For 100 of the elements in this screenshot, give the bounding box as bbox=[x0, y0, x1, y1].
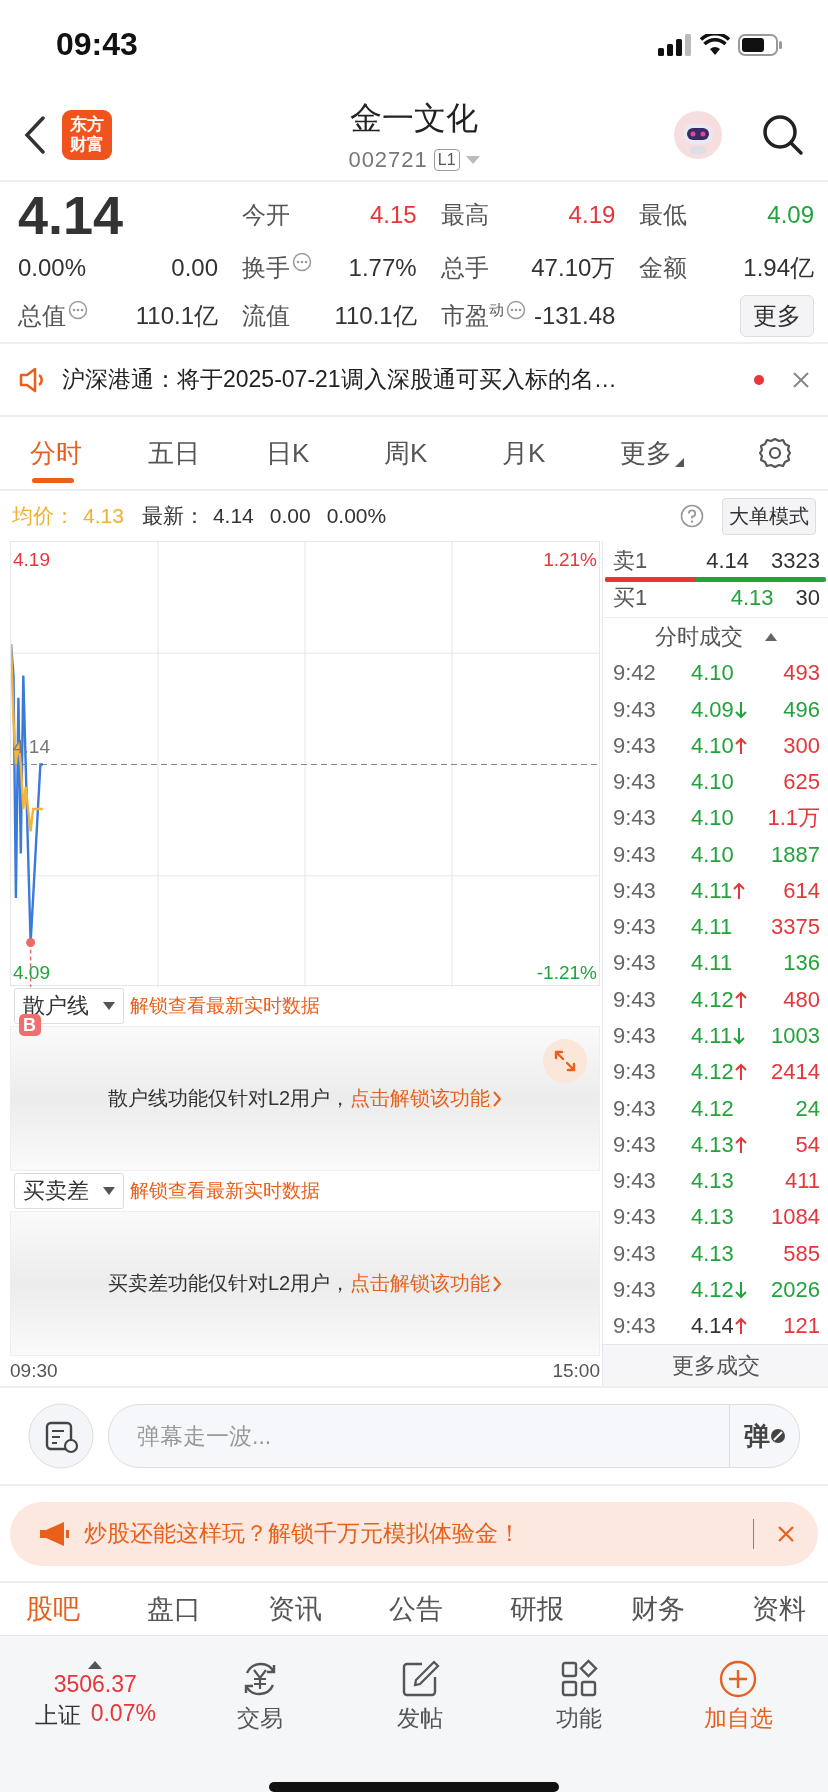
section-tab[interactable]: 公告 bbox=[389, 1591, 443, 1628]
chart-tab[interactable]: 月K bbox=[490, 425, 608, 481]
danmu-settings-icon[interactable] bbox=[28, 1403, 94, 1470]
back-icon[interactable] bbox=[24, 115, 46, 154]
sort-icon[interactable] bbox=[764, 632, 777, 641]
section-tab[interactable]: 研报 bbox=[510, 1591, 564, 1628]
trade-volume: 1.1万 bbox=[767, 804, 820, 833]
block-icon bbox=[769, 1428, 786, 1445]
trade-time: 9:43 bbox=[613, 769, 657, 796]
index-change: 0.07% bbox=[90, 1700, 156, 1728]
order-label: 卖1 bbox=[613, 546, 649, 575]
nav-button[interactable]: 发帖 bbox=[364, 1658, 475, 1734]
trade-volume: 625 bbox=[783, 769, 820, 796]
info-icon[interactable] bbox=[292, 251, 312, 272]
trade-volume: 300 bbox=[783, 732, 820, 759]
trade-volume: 1084 bbox=[771, 1204, 820, 1231]
order-price: 4.13 bbox=[729, 584, 774, 611]
chart-tab[interactable]: 周K bbox=[372, 425, 490, 481]
add-icon bbox=[718, 1658, 759, 1699]
nav-button[interactable]: 功能 bbox=[523, 1658, 634, 1734]
trade-volume: 2414 bbox=[771, 1059, 820, 1086]
time-label: 09:30 bbox=[10, 1360, 58, 1383]
stat-value: 4.09 bbox=[767, 200, 814, 229]
stat-label: 金额 bbox=[639, 252, 688, 283]
chart-tab[interactable]: 五日 bbox=[136, 425, 254, 481]
caret-icon bbox=[103, 1187, 115, 1196]
trade-volume: 496 bbox=[783, 696, 820, 723]
more-trades-button[interactable]: 更多成交 bbox=[603, 1344, 828, 1387]
trade-volume: 2026 bbox=[771, 1276, 820, 1303]
stat-value: 47.10万 bbox=[531, 252, 616, 283]
percent-label: -1.21% bbox=[536, 962, 597, 984]
trade-time: 9:43 bbox=[613, 1131, 657, 1158]
stat-label: 总手 bbox=[440, 252, 489, 283]
danmu-input[interactable]: 弹幕走一波... 弹 bbox=[108, 1404, 800, 1469]
trade-time: 9:43 bbox=[613, 1059, 657, 1086]
trade-price: 4.11 bbox=[691, 914, 733, 941]
trade-volume: 121 bbox=[783, 1313, 820, 1340]
average-price: 4.13 bbox=[83, 504, 124, 529]
expand-icon[interactable] bbox=[543, 1039, 587, 1084]
trade-volume: 614 bbox=[783, 877, 820, 904]
trade-price: 4.12 bbox=[691, 1276, 734, 1303]
chart-tab[interactable]: 更多 bbox=[608, 425, 726, 481]
level-badge: L1 bbox=[433, 148, 460, 171]
order-volume: 30 bbox=[795, 584, 820, 611]
status-time: 09:43 bbox=[56, 26, 138, 64]
nav-button[interactable]: 交易 bbox=[205, 1658, 316, 1734]
trade-price: 4.10 bbox=[691, 660, 734, 687]
trade-price: 4.12 bbox=[691, 1095, 734, 1122]
trade-time: 9:43 bbox=[613, 914, 657, 941]
caret-icon[interactable] bbox=[465, 155, 480, 164]
danmu-send-button[interactable]: 弹 bbox=[729, 1405, 799, 1468]
locked-message: 买卖差功能仅针对L2用户， bbox=[107, 1271, 351, 1297]
mode-button[interactable]: 大单模式 bbox=[722, 497, 816, 535]
close-icon[interactable] bbox=[776, 1523, 796, 1544]
trade-price: 4.12 bbox=[691, 1059, 734, 1086]
trade-time: 9:43 bbox=[613, 986, 657, 1013]
up-arrow-icon bbox=[734, 1317, 747, 1336]
info-icon[interactable] bbox=[68, 299, 88, 320]
trade-volume: 54 bbox=[795, 1131, 820, 1158]
stat-value: 4.15 bbox=[369, 200, 417, 229]
average-label: 均价： bbox=[12, 503, 75, 530]
info-icon[interactable] bbox=[505, 299, 526, 320]
trade-volume: 136 bbox=[783, 950, 820, 977]
megaphone-icon bbox=[38, 1519, 70, 1548]
settings-icon[interactable] bbox=[758, 436, 792, 471]
axis-label: 4.09 bbox=[13, 962, 50, 984]
down-arrow-icon bbox=[733, 1027, 746, 1045]
caret-icon bbox=[103, 1002, 115, 1011]
order-label: 买1 bbox=[613, 583, 649, 612]
trade-price: 4.11 bbox=[691, 877, 733, 904]
stat-label: 今开 bbox=[242, 199, 290, 230]
section-tab[interactable]: 财务 bbox=[631, 1591, 685, 1628]
app-logo: 东方 财富 bbox=[62, 109, 112, 160]
help-icon[interactable] bbox=[680, 504, 704, 529]
indicator-select[interactable]: 买卖差 bbox=[14, 1173, 124, 1210]
time-label: 15:00 bbox=[552, 1360, 600, 1383]
trade-time: 9:43 bbox=[613, 841, 657, 868]
notice-text[interactable]: 沪深港通：将于2025-07-21调入深股通可买入标的名… bbox=[62, 364, 740, 396]
trade-volume: 24 bbox=[795, 1095, 820, 1122]
section-tab[interactable]: 资料 bbox=[752, 1591, 806, 1628]
section-tab[interactable]: 资讯 bbox=[268, 1591, 322, 1628]
latest-value: 0.00% bbox=[326, 504, 387, 529]
chevron-icon bbox=[492, 1274, 503, 1293]
more-button[interactable]: 更多 bbox=[740, 294, 814, 337]
trade-time: 9:43 bbox=[613, 877, 657, 904]
expand-up-icon[interactable] bbox=[88, 1661, 103, 1669]
change-value: 0.00 bbox=[171, 253, 218, 282]
search-icon[interactable] bbox=[762, 113, 804, 156]
index-name: 上证 bbox=[34, 1701, 81, 1730]
close-icon[interactable] bbox=[792, 370, 810, 389]
section-tab[interactable]: 盘口 bbox=[147, 1591, 201, 1628]
change-percent: 0.00% bbox=[18, 253, 87, 282]
trade-time: 9:43 bbox=[613, 1313, 657, 1340]
trade-price: 4.09 bbox=[691, 696, 734, 723]
percent-label: 1.21% bbox=[543, 549, 597, 571]
chart-tab[interactable]: 日K bbox=[254, 425, 372, 481]
robot-avatar[interactable] bbox=[674, 110, 722, 159]
trade-price: 4.11 bbox=[691, 950, 733, 977]
signal-icon bbox=[658, 33, 692, 56]
trade-time: 9:43 bbox=[613, 1240, 657, 1267]
